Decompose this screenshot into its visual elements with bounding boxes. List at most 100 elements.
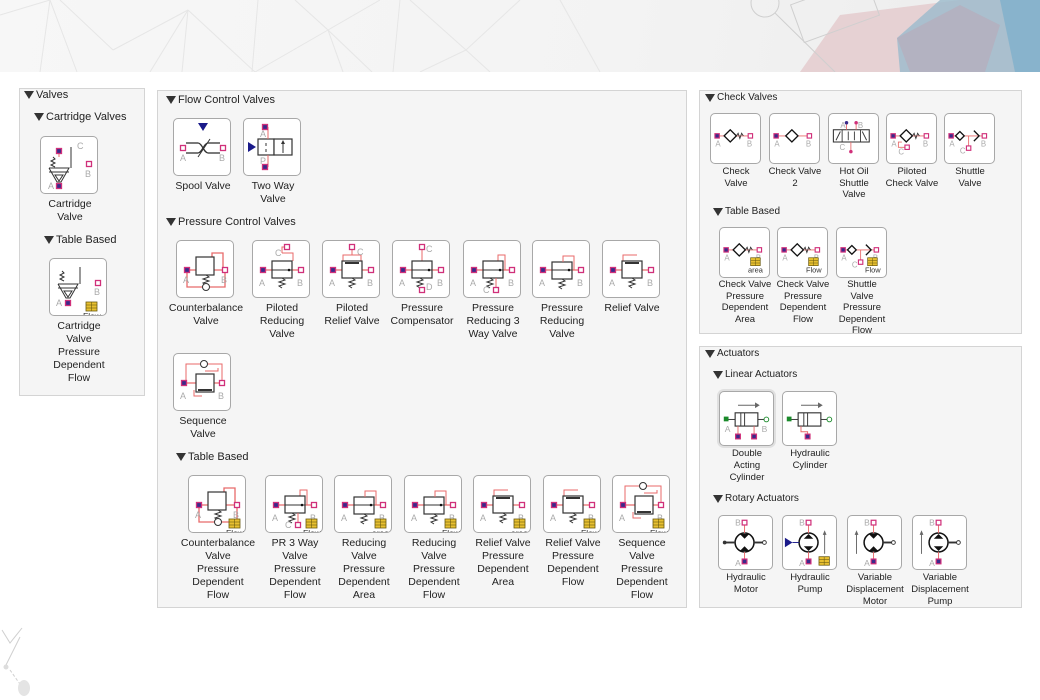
block-hydraulic-motor[interactable]: B A Hydraulic Motor [718, 515, 778, 595]
svg-text:B: B [508, 278, 514, 288]
svg-text:B: B [981, 139, 986, 148]
block-variable-displacement-pump[interactable]: B A Variable Displacement Pump [911, 515, 972, 607]
block-shuttle-valve-pdf[interactable]: ABCFlowShuttle Valve Pressure Dependent … [836, 227, 896, 336]
cartridge-table-based-header[interactable]: Table Based [44, 234, 117, 246]
schematic-symbol: AP [248, 123, 293, 171]
block-shuttle-valve[interactable]: A B C Shuttle Valve [944, 113, 1004, 189]
block-pr-3-way-valve-pdf[interactable]: CABFlowPR 3 Way Valve Pressure Dependent… [265, 475, 325, 601]
expand-triangle-icon [713, 370, 723, 379]
pressure-control-header[interactable]: Pressure Control Valves [166, 216, 296, 228]
block-sequence-valve-pdf[interactable]: ABFlowSequence Valve Pressure Dependent … [612, 475, 672, 601]
rotary-actuators-header[interactable]: Rotary Actuators [713, 493, 799, 504]
expand-triangle-icon [166, 96, 176, 104]
block-sequence-valve[interactable]: A B Sequence Valve [173, 353, 233, 440]
svg-text:P: P [260, 156, 266, 166]
svg-text:A: A [550, 513, 556, 523]
header-banner [0, 0, 1040, 72]
svg-text:Flow: Flow [581, 528, 600, 532]
svg-text:A: A [480, 513, 486, 523]
block-relief-valve-pdf[interactable]: ABFlowRelief Valve Pressure Dependent Fl… [543, 475, 603, 588]
check-valve-pdf-icon: ABFlow [777, 227, 828, 278]
block-check-valve-2[interactable]: A B Check Valve 2 [769, 113, 829, 189]
flow-control-header[interactable]: Flow Control Valves [166, 94, 275, 106]
schematic-symbol: B A Flow [56, 267, 102, 315]
check-valves-header[interactable]: Check Valves [705, 92, 777, 103]
block-label: Two Way Valve [251, 180, 295, 205]
block-piloted-relief-valve[interactable]: C A B Piloted Relief Valve [322, 240, 382, 327]
svg-text:A: A [891, 139, 897, 148]
svg-text:A: A [411, 513, 417, 523]
schematic-symbol: CA B [470, 254, 516, 295]
svg-text:C: C [357, 247, 364, 257]
schematic-symbol: A B Flow [195, 487, 245, 532]
block-piloted-check-valve[interactable]: A B C Piloted Check Valve [886, 113, 946, 189]
schematic-symbol: ABarea [480, 489, 528, 532]
block-check-valve[interactable]: A B Check Valve [710, 113, 770, 189]
svg-text:B: B [806, 139, 811, 148]
expand-triangle-icon [24, 91, 34, 99]
shuttle-valve-icon: A B C [944, 113, 995, 164]
block-pressure-reducing-3-way-valve[interactable]: C A B Pressure Reducing 3 Way Valve [463, 240, 523, 340]
schematic-symbol: BA [854, 517, 896, 568]
svg-text:A: A [195, 510, 201, 520]
hot-oil-shuttle-valve-icon: A B C [828, 113, 879, 164]
linear-actuators-header[interactable]: Linear Actuators [713, 369, 797, 380]
block-pressure-reducing-valve[interactable]: A B Pressure Reducing Valve [532, 240, 592, 340]
block-cartridge-valve[interactable]: C B A Cartridge Valve [40, 136, 100, 223]
block-hydraulic-pump[interactable]: B A Hydraulic Pump [782, 515, 842, 595]
svg-text:B: B [762, 424, 768, 434]
block-counterbalance-valve-pdf[interactable]: ABFlowCounterbalance Valve Pressure Depe… [181, 475, 255, 601]
block-check-valve-pdf[interactable]: ABFlowCheck Valve Pressure Dependent Flo… [777, 227, 837, 325]
schematic-symbol: A B C [948, 130, 988, 155]
block-counterbalance-valve[interactable]: A B Counterbalance Valve [169, 240, 243, 327]
valves-header[interactable]: Valves [24, 89, 68, 101]
hydraulic-cylinder-icon [782, 391, 837, 446]
actuators-title: Actuators [717, 348, 760, 359]
two-way-valve-icon: AP [243, 118, 301, 176]
check-table-based-header[interactable]: Table Based [713, 206, 780, 217]
pressure-control-title: Pressure Control Valves [178, 216, 296, 228]
actuators-header[interactable]: Actuators [705, 348, 759, 359]
svg-text:A: A [782, 253, 788, 262]
expand-triangle-icon [34, 113, 44, 121]
block-cartridge-valve-pdf[interactable]: B A Flow Cartridge Valve Pressure Dependent… [49, 258, 109, 384]
block-two-way-valve[interactable]: A P Two Way Valve [243, 118, 303, 205]
svg-text:Flow: Flow [865, 266, 881, 275]
schematic-symbol: AB [723, 402, 770, 440]
reducing-valve-pdf-icon: ABFlow [404, 475, 462, 533]
block-variable-displacement-motor[interactable]: B A Variable Displacement Motor [846, 515, 907, 607]
block-pressure-compensator[interactable]: C D A B Pressure Compensator [390, 240, 454, 327]
svg-text:B: B [297, 278, 303, 288]
svg-text:A: A [341, 513, 347, 523]
block-relief-valve-pda[interactable]: ABareaRelief Valve Pressure Dependent Ar… [473, 475, 533, 588]
block-hydraulic-cylinder[interactable]: Hydraulic Cylinder [782, 391, 842, 471]
svg-text:B: B [577, 278, 583, 288]
svg-text:A: A [949, 139, 955, 148]
svg-text:B: B [219, 153, 225, 163]
block-reducing-valve-pda[interactable]: ABareaReducing Valve Pressure Dependent … [334, 475, 394, 601]
block-piloted-reducing-valve[interactable]: C A B Piloted Reducing Valve [252, 240, 312, 340]
block-relief-valve[interactable]: A B Relief Valve [602, 240, 662, 314]
block-spool-valve[interactable]: A B Spool Valve [173, 118, 233, 192]
svg-text:B: B [929, 517, 935, 527]
svg-text:A: A [619, 513, 625, 523]
svg-text:A: A [183, 275, 189, 285]
svg-text:B: B [858, 121, 863, 130]
variable-displacement-motor-icon: BA [847, 515, 902, 570]
schematic-symbol: AB [539, 255, 585, 290]
block-label: Cartridge Valve Pressure Dependent Flow [53, 320, 105, 384]
schematic-symbol: AB [609, 254, 655, 289]
schematic-symbol: BA [722, 517, 767, 568]
schematic-symbol: AB [183, 252, 229, 291]
shuttle-valve-pdf-icon: ABCFlow [836, 227, 887, 278]
svg-text:B: B [799, 517, 805, 527]
block-reducing-valve-pdf[interactable]: ABFlowReducing Valve Pressure Dependent … [404, 475, 464, 601]
relief-valve-pdf-icon: ABFlow [543, 475, 601, 533]
pressure-reducing-3-way-valve-icon: CA B [463, 240, 521, 298]
table-based-title: Table Based [725, 206, 781, 217]
pressure-table-based-header[interactable]: Table Based [176, 451, 249, 463]
cartridge-valves-header[interactable]: Cartridge Valves [34, 111, 127, 123]
block-double-acting-cylinder[interactable]: A B Double Acting Cylinder [719, 391, 779, 483]
block-check-valve-pda[interactable]: ABareaCheck Valve Pressure Dependent Are… [719, 227, 779, 325]
block-hot-oil-shuttle-valve[interactable]: A B C Hot Oil Shuttle Valve [828, 113, 888, 200]
